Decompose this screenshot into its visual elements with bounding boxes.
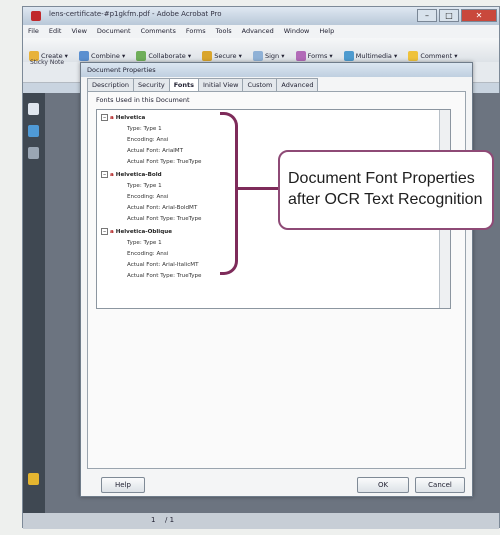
navigation-pane [23,93,45,513]
forms-button[interactable]: Forms ▾ [295,51,333,61]
font-detail-encoding: Encoding: Ansi [127,194,169,200]
annotation-leader-line [238,187,283,190]
fonts-panel: Fonts Used in this Document − a Helvetica … [87,91,466,469]
title-bar: lens-certificate-#p1gkfm.pdf - Adobe Acr… [23,7,499,25]
annotation-bracket [220,112,238,275]
attachments-icon[interactable] [28,147,39,159]
collaborate-button[interactable]: Collaborate ▾ [136,51,191,61]
menu-advanced[interactable]: Advanced [237,25,279,35]
page-count: / 1 [165,516,175,524]
menu-forms[interactable]: Forms [181,25,211,35]
sticky-note-tab[interactable]: Sticky Note [30,59,78,73]
window-title: lens-certificate-#p1gkfm.pdf - Adobe Acr… [49,10,222,18]
font-item-helvetica-oblique[interactable]: − a Helvetica-Oblique [101,228,172,235]
font-detail-actual-font: Actual Font: Arial-ItalicMT [127,262,199,268]
collapse-icon[interactable]: − [101,171,108,178]
font-detail-encoding: Encoding: Ansi [127,251,169,257]
font-detail-encoding: Encoding: Ansi [127,137,169,143]
combine-icon [79,51,90,61]
font-detail-type: Type: Type 1 [127,240,162,246]
collapse-icon[interactable]: − [101,114,108,121]
font-detail-actual-type: Actual Font Type: TrueType [127,273,202,279]
menu-comments[interactable]: Comments [136,25,181,35]
font-detail-actual-type: Actual Font Type: TrueType [127,216,202,222]
collapse-icon[interactable]: − [101,228,108,235]
menu-bar: File Edit View Document Comments Forms Tools Ad… [23,25,499,38]
acrobat-icon [31,11,41,21]
menu-file[interactable]: File [23,25,44,35]
menu-window[interactable]: Window [279,25,315,35]
dialog-title: Document Properties [87,66,156,74]
font-detail-type: Type: Type 1 [127,183,162,189]
secure-button[interactable]: Secure ▾ [202,51,242,61]
document-properties-dialog: Document Properties Description Security F… [80,62,473,497]
callout-line-2: after OCR Text Recognition [288,191,483,208]
collaborate-icon [136,51,147,61]
tab-custom[interactable]: Custom [242,78,278,91]
dialog-tabs: Description Security Fonts Initial View Cust… [87,78,319,91]
font-detail-actual-font: Actual Font: ArialMT [127,148,184,154]
font-detail-type: Type: Type 1 [127,126,162,132]
combine-button[interactable]: Combine ▾ [79,51,125,61]
pages-icon[interactable] [28,103,39,115]
fonts-used-label: Fonts Used in this Document [96,96,190,104]
close-button[interactable]: ✕ [461,9,497,22]
annotation-callout: Document Font Properties after OCR Text … [278,150,494,230]
font-icon: a [110,115,114,121]
signatures-icon[interactable] [28,473,39,485]
ok-button[interactable]: OK [357,477,409,493]
menu-tools[interactable]: Tools [211,25,237,35]
minimize-button[interactable]: – [417,9,437,22]
tab-fonts[interactable]: Fonts [168,78,199,91]
tab-advanced[interactable]: Advanced [276,78,319,91]
menu-edit[interactable]: Edit [44,25,67,35]
callout-line-1: Document Font Properties [288,170,475,187]
status-bar: 1 / 1 [23,513,499,529]
font-item-helvetica-bold[interactable]: − a Helvetica-Bold [101,171,162,178]
page-number[interactable]: 1 [151,516,155,524]
menu-help[interactable]: Help [314,25,339,35]
font-detail-actual-type: Actual Font Type: TrueType [127,159,202,165]
help-button[interactable]: Help [101,477,145,493]
menu-view[interactable]: View [66,25,91,35]
forms-icon [295,51,306,61]
menu-document[interactable]: Document [92,25,136,35]
tab-initial-view[interactable]: Initial View [197,78,244,91]
font-item-helvetica[interactable]: − a Helvetica [101,114,145,121]
font-icon: a [110,172,114,178]
bookmarks-icon[interactable] [28,125,39,137]
dialog-title-bar: Document Properties [81,63,472,77]
tab-description[interactable]: Description [87,78,135,91]
multimedia-button[interactable]: Multimedia ▾ [343,51,397,61]
comment-button[interactable]: Comment ▾ [408,51,458,61]
pen-icon [252,51,263,61]
font-icon: a [110,229,114,235]
comment-icon [408,51,419,61]
cancel-button[interactable]: Cancel [415,477,465,493]
multimedia-icon [343,51,354,61]
task-toolbar: Create ▾ Combine ▾ Collaborate ▾ Secure … [23,38,499,63]
maximize-button[interactable]: □ [439,9,459,22]
tab-security[interactable]: Security [133,78,170,91]
font-detail-actual-font: Actual Font: Arial-BoldMT [127,205,198,211]
lock-icon [202,51,213,61]
sign-button[interactable]: Sign ▾ [252,51,285,61]
